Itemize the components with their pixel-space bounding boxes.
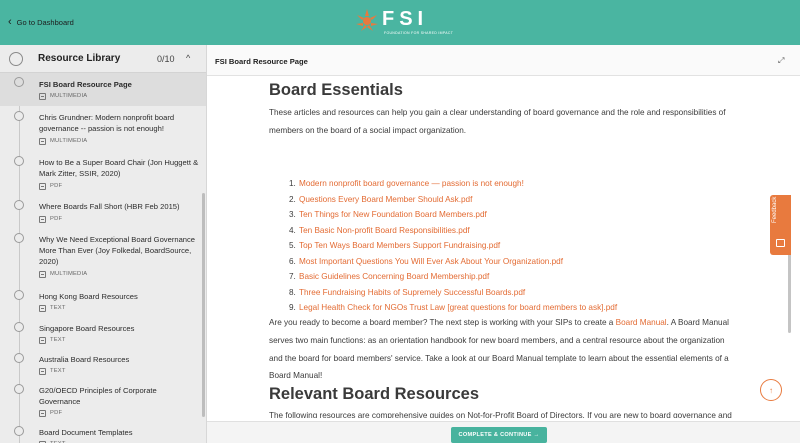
status-dot-icon xyxy=(14,290,24,300)
list-item[interactable]: Where Boards Fall Short (HBR Feb 2015) P… xyxy=(0,198,200,229)
lesson-title: Why We Need Exceptional Board Governance… xyxy=(39,235,196,266)
sidebar: Resource Library 0/10 ^ FSI Board Resour… xyxy=(0,45,207,443)
intro-paragraph: These articles and resources can help yo… xyxy=(269,108,726,135)
status-dot-icon xyxy=(14,233,24,243)
text-icon xyxy=(39,305,46,312)
resource-link[interactable]: 1. Modern nonprofit board governance — pa… xyxy=(289,176,729,192)
list-item[interactable]: Board Document Templates TEXT xyxy=(0,423,200,443)
status-dot-icon xyxy=(14,426,24,436)
breadcrumb: FSI Board Resource Page xyxy=(215,57,308,66)
list-item[interactable]: Why We Need Exceptional Board Governance… xyxy=(0,230,200,286)
fsi-logo[interactable]: FSI FOUNDATION FOR SHARED IMPACT xyxy=(354,7,474,39)
media-icon xyxy=(39,271,46,278)
chevron-left-icon: ‹ xyxy=(8,16,12,28)
pdf-icon xyxy=(39,183,46,190)
lesson-type: TEXT xyxy=(39,337,66,344)
list-item[interactable]: G20/OECD Principles of Corporate Governa… xyxy=(0,381,200,423)
list-item[interactable]: Hong Kong Board Resources TEXT xyxy=(0,287,200,317)
lesson-type: PDF xyxy=(39,410,62,417)
board-manual-paragraph: Are you ready to become a board member? … xyxy=(269,318,729,381)
status-dot-icon xyxy=(14,111,24,121)
logo-tagline: FOUNDATION FOR SHARED IMPACT xyxy=(384,31,454,35)
list-item[interactable]: Australia Board Resources TEXT xyxy=(0,350,200,380)
pdf-icon xyxy=(39,410,46,417)
resource-link[interactable]: 6. Most Important Questions You Will Ever… xyxy=(289,254,729,270)
status-dot-icon xyxy=(14,353,24,363)
board-manual-link[interactable]: Board Manual xyxy=(616,318,667,327)
lesson-type: PDF xyxy=(39,183,62,190)
feedback-icon xyxy=(776,239,785,247)
status-dot-icon xyxy=(14,200,24,210)
list-item[interactable]: Chris Grundner: Modern nonprofit board g… xyxy=(0,108,200,152)
fsi-logo-mark-icon xyxy=(356,9,378,31)
status-dot-icon xyxy=(14,156,24,166)
status-dot-icon xyxy=(14,77,24,87)
chevron-up-icon[interactable]: ^ xyxy=(186,53,190,63)
scroll-to-top-button[interactable]: ↑ xyxy=(760,379,782,401)
text-icon xyxy=(39,337,46,344)
lesson-type: TEXT xyxy=(39,305,66,312)
top-bar: ‹ Go to Dashboard FSI FOUNDATION FOR SHA… xyxy=(0,0,800,45)
lesson-content: Board Essentials These articles and reso… xyxy=(269,78,739,418)
resource-link-list: 1. Modern nonprofit board governance — pa… xyxy=(289,176,729,316)
media-icon xyxy=(39,138,46,145)
lesson-title: How to Be a Super Board Chair (Jon Hugge… xyxy=(39,158,199,178)
expand-icon[interactable]: ⤢ xyxy=(778,56,784,66)
lesson-title: Hong Kong Board Resources xyxy=(39,292,138,301)
feedback-label: Feedback xyxy=(772,196,778,223)
list-item[interactable]: FSI Board Resource Page MULTIMEDIA xyxy=(0,73,206,106)
resource-link[interactable]: 7. Basic Guidelines Concerning Board Memb… xyxy=(289,269,729,285)
lesson-title: FSI Board Resource Page xyxy=(39,80,132,89)
logo-wordmark: FSI xyxy=(382,8,429,30)
content-header: FSI Board Resource Page ⤢ xyxy=(207,45,800,76)
list-item[interactable]: How to Be a Super Board Chair (Jon Hugge… xyxy=(0,153,200,197)
lesson-title: G20/OECD Principles of Corporate Governa… xyxy=(39,386,157,406)
lesson-type: MULTIMEDIA xyxy=(39,138,87,145)
resource-link[interactable]: 8. Three Fundraising Habits of Supremely … xyxy=(289,285,729,301)
resource-link[interactable]: 5. Top Ten Ways Board Members Support Fun… xyxy=(289,238,729,254)
text-icon xyxy=(39,368,46,375)
lesson-title: Singapore Board Resources xyxy=(39,324,135,333)
status-dot-icon xyxy=(14,384,24,394)
progress-ring-icon xyxy=(9,52,23,66)
arrow-up-icon: ↑ xyxy=(769,385,773,395)
relevant-resources-paragraph: The following resources are comprehensiv… xyxy=(269,411,732,418)
sidebar-progress: 0/10 xyxy=(157,54,175,64)
lesson-title: Australia Board Resources xyxy=(39,355,130,364)
sidebar-title: Resource Library xyxy=(38,53,121,64)
list-item[interactable]: Singapore Board Resources TEXT xyxy=(0,319,200,349)
status-dot-icon xyxy=(14,322,24,332)
lesson-type: TEXT xyxy=(39,368,66,375)
section-title-relevant-board-resources: Relevant Board Resources xyxy=(269,385,479,403)
sidebar-header[interactable]: Resource Library 0/10 ^ xyxy=(0,45,206,73)
main-panel: FSI Board Resource Page ⤢ Board Essentia… xyxy=(207,45,800,443)
resource-link[interactable]: 4. Ten Basic Non-profit Board Responsibil… xyxy=(289,223,729,239)
section-title-board-essentials: Board Essentials xyxy=(269,81,403,99)
back-label: Go to Dashboard xyxy=(16,18,74,27)
sidebar-scrollbar[interactable] xyxy=(202,193,205,417)
media-icon xyxy=(39,93,46,100)
lesson-type: MULTIMEDIA xyxy=(39,93,87,100)
complete-continue-button[interactable]: COMPLETE & CONTINUE → xyxy=(451,427,547,443)
lesson-title: Chris Grundner: Modern nonprofit board g… xyxy=(39,113,175,133)
go-to-dashboard-link[interactable]: ‹ Go to Dashboard xyxy=(8,0,74,45)
pdf-icon xyxy=(39,216,46,223)
lesson-type: PDF xyxy=(39,216,62,223)
lesson-title: Board Document Templates xyxy=(39,428,133,437)
resource-link[interactable]: 3. Ten Things for New Foundation Board Me… xyxy=(289,207,729,223)
lesson-footer: COMPLETE & CONTINUE → xyxy=(207,421,800,443)
lesson-title: Where Boards Fall Short (HBR Feb 2015) xyxy=(39,202,180,211)
resource-link[interactable]: 2. Questions Every Board Member Should As… xyxy=(289,192,729,208)
feedback-tab[interactable]: Feedback xyxy=(770,195,791,255)
lesson-type: MULTIMEDIA xyxy=(39,271,87,278)
